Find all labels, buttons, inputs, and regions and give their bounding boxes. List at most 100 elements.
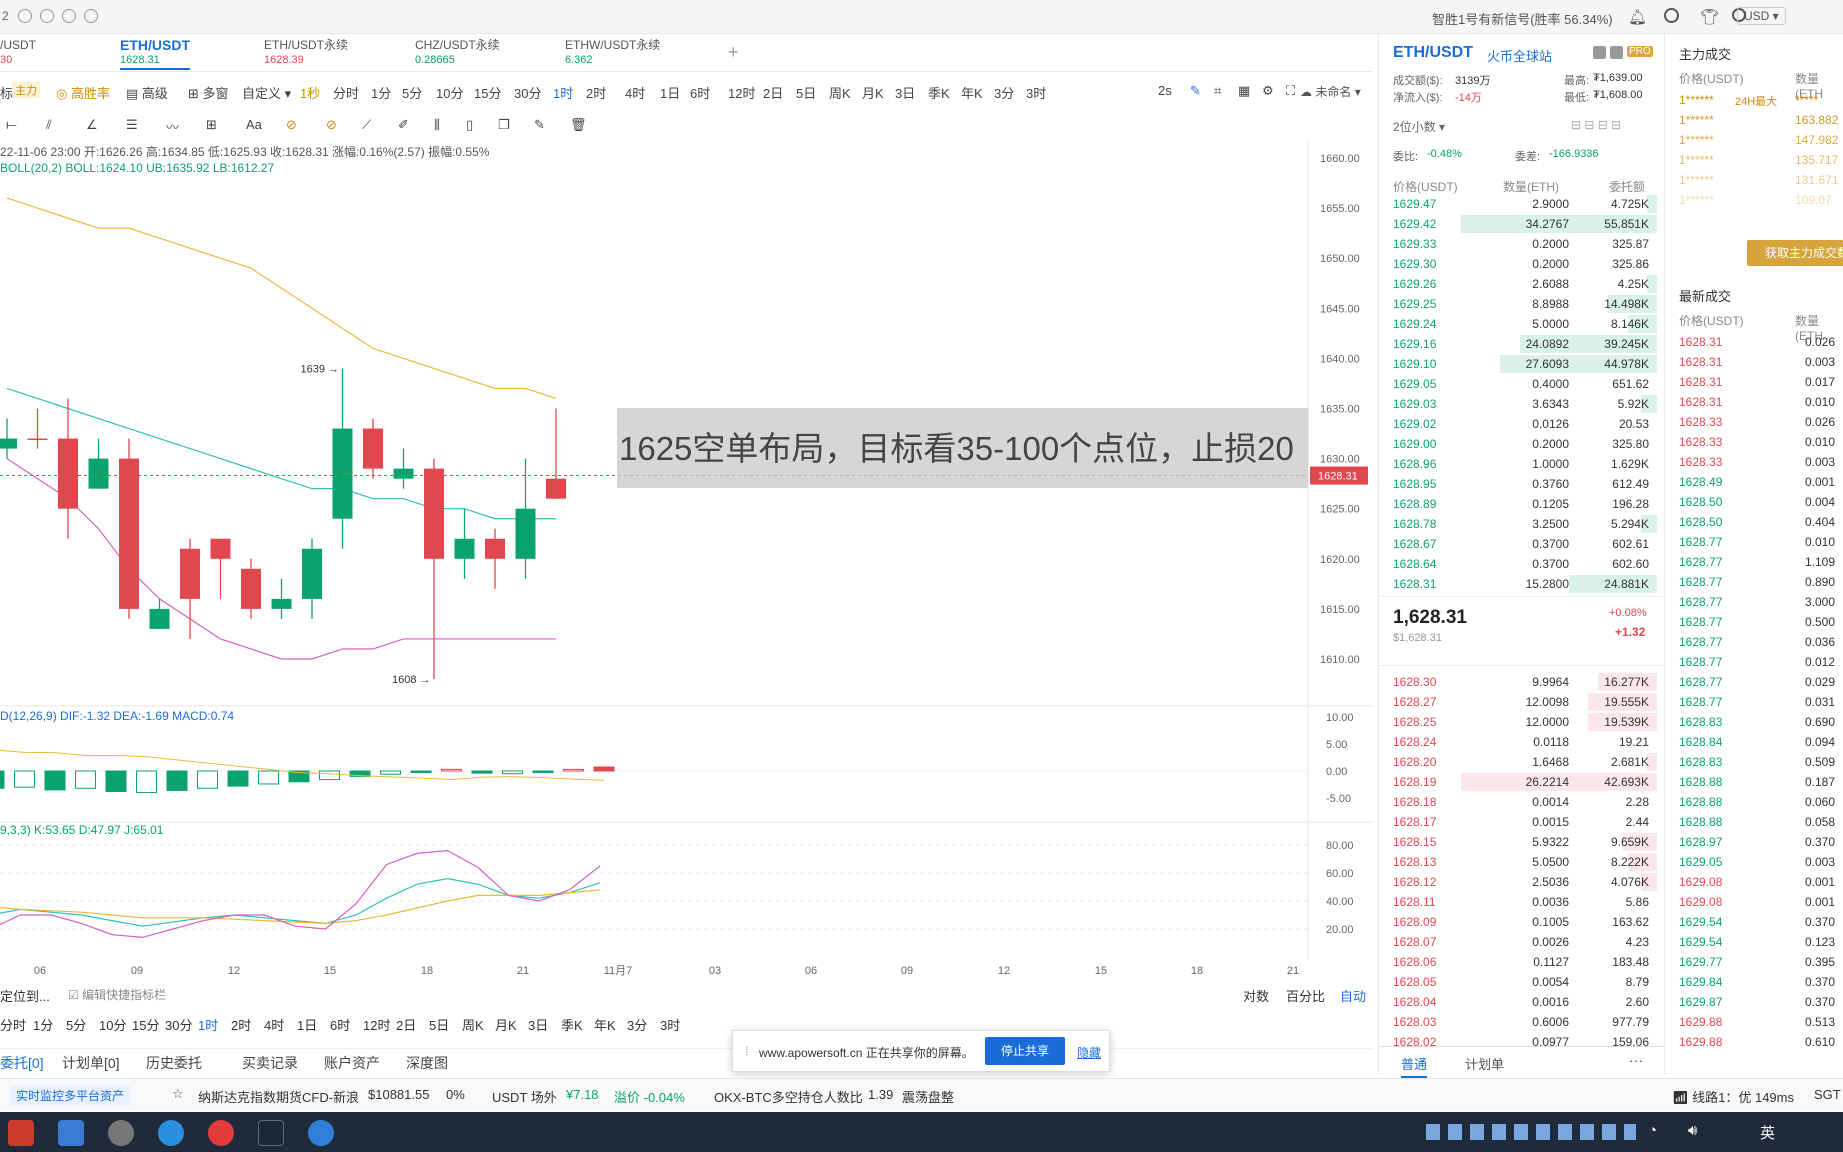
- brush-icon[interactable]: ✐: [398, 117, 409, 133]
- toolbar-advanced[interactable]: ▤ 高级: [126, 83, 168, 102]
- interval-11[interactable]: 6时: [690, 83, 710, 102]
- order-book-row[interactable]: 1628.30 9.9964 16.277K: [1379, 672, 1665, 692]
- connection-status[interactable]: 📶︎ 线路1：优 149ms: [1672, 1087, 1794, 1106]
- bottom-interval-0[interactable]: 分时: [0, 1015, 26, 1034]
- angle-icon[interactable]: ∠: [86, 117, 98, 133]
- order-book-row[interactable]: 1628.06 0.1127 183.48: [1379, 952, 1665, 972]
- drag-handle-icon[interactable]: ⁞: [745, 1044, 748, 1058]
- edit-icon[interactable]: ✎: [534, 117, 545, 133]
- ime-indicator[interactable]: 英: [1760, 1122, 1775, 1143]
- interval-14[interactable]: 5日: [796, 83, 816, 102]
- interval-17[interactable]: 3日: [895, 83, 915, 102]
- order-book-row[interactable]: 1629.25 8.8988 14.498K: [1379, 294, 1665, 314]
- tab-symbol[interactable]: ETHW/USDT永续 6.362: [565, 38, 660, 70]
- more-icon[interactable]: ···: [1629, 1052, 1643, 1068]
- price-chart[interactable]: 1660.00 1655.00 1650.00 1645.00 1640.00 1635.…: [0, 140, 1372, 980]
- order-book-row[interactable]: 1629.03 3.6343 5.92K: [1379, 394, 1665, 414]
- order-book-row[interactable]: 1628.67 0.3700 602.61: [1379, 534, 1665, 554]
- trash-icon[interactable]: 🗑︎: [570, 117, 587, 133]
- order-tab-0[interactable]: 委托[0]: [0, 1053, 44, 1073]
- order-book-row[interactable]: 1628.96 1.0000 1.629K: [1379, 454, 1665, 474]
- main-force-badge[interactable]: 主力: [12, 82, 40, 98]
- book-view-icons[interactable]: ⊟ ⊟ ⊟ ⊟: [1571, 118, 1621, 132]
- parallel-lines-icon[interactable]: ⫽: [46, 117, 52, 133]
- pen-icon[interactable]: ✎: [1190, 83, 1201, 99]
- tab-symbol[interactable]: ETH/USDT永续 1628.39: [264, 38, 348, 70]
- star-icon[interactable]: ☆: [172, 1086, 184, 1102]
- layers-icon[interactable]: ▦: [1238, 83, 1250, 99]
- bottom-interval-8[interactable]: 4时: [264, 1015, 284, 1034]
- order-tab-2[interactable]: 历史委托: [146, 1053, 202, 1073]
- ruler-icon[interactable]: ⟋: [362, 117, 371, 133]
- app-icon-2[interactable]: [58, 1120, 84, 1146]
- bottom-interval-2[interactable]: 5分: [66, 1015, 86, 1034]
- app-icon-7[interactable]: [308, 1120, 334, 1146]
- interval-12[interactable]: 12时: [728, 83, 755, 102]
- order-book-row[interactable]: 1629.26 2.6088 4.25K: [1379, 274, 1665, 294]
- bottom-interval-16[interactable]: 3日: [528, 1015, 548, 1034]
- edge-icon[interactable]: [158, 1120, 184, 1146]
- interval-4[interactable]: 10分: [436, 83, 463, 102]
- wifi-icon[interactable]: ◔: [1648, 1122, 1657, 1139]
- order-book-row[interactable]: 1628.19 26.2214 42.693K: [1379, 772, 1665, 792]
- bell-icon[interactable]: 🔔︎: [1628, 8, 1647, 26]
- locate-button[interactable]: 定位到...: [0, 986, 50, 1005]
- tab-symbol[interactable]: /USDT 30: [0, 38, 36, 70]
- decimals-select[interactable]: 2位小数 ▾: [1393, 118, 1445, 135]
- order-book-row[interactable]: 1628.78 3.2500 5.294K: [1379, 514, 1665, 534]
- order-book-row[interactable]: 1628.20 1.6468 2.681K: [1379, 752, 1665, 772]
- wave-icon[interactable]: 〰: [166, 117, 179, 136]
- interval-19[interactable]: 年K: [961, 83, 983, 102]
- crop-icon[interactable]: ⌗: [1214, 83, 1221, 99]
- order-book-row[interactable]: 1628.95 0.3760 612.49: [1379, 474, 1665, 494]
- interval-7[interactable]: 1时: [553, 83, 573, 102]
- interval-13[interactable]: 2日: [763, 83, 783, 102]
- currency-select[interactable]: USD ▾: [1737, 7, 1786, 25]
- clipboard-icon[interactable]: ▯: [466, 117, 473, 133]
- text-icon[interactable]: Aa: [246, 117, 262, 132]
- bottom-interval-19[interactable]: 3分: [627, 1015, 647, 1034]
- toolbar-custom[interactable]: 自定义 ▾: [242, 83, 291, 102]
- order-book-row[interactable]: 1628.18 0.0014 2.28: [1379, 792, 1665, 812]
- toolbar-multiwindow[interactable]: ⊞ 多窗: [188, 83, 229, 102]
- lock-draw-icon[interactable]: ⊘: [326, 117, 337, 133]
- order-book-row[interactable]: 1629.10 27.6093 44.978K: [1379, 354, 1665, 374]
- order-book-row[interactable]: 1628.24 0.0118 19.21: [1379, 732, 1665, 752]
- edit-indicators-button[interactable]: ☑ 编辑快捷指标栏: [68, 986, 166, 1003]
- magnet-icon[interactable]: ⊘: [286, 117, 297, 133]
- toolbar-high-winrate[interactable]: ◎ 高胜率: [56, 83, 110, 102]
- tab-plan[interactable]: 计划单: [1465, 1054, 1504, 1073]
- bottom-interval-10[interactable]: 6时: [330, 1015, 350, 1034]
- bottom-interval-1[interactable]: 1分: [33, 1015, 53, 1034]
- bottom-interval-15[interactable]: 月K: [495, 1015, 517, 1034]
- interval-18[interactable]: 季K: [928, 83, 950, 102]
- interval-9[interactable]: 4时: [625, 83, 645, 102]
- copy-icon[interactable]: ❐: [498, 117, 510, 133]
- order-book-row[interactable]: 1628.27 12.0098 19.555K: [1379, 692, 1665, 712]
- horizontal-line-icon[interactable]: ⟝: [6, 117, 17, 133]
- music-icon[interactable]: [208, 1120, 234, 1146]
- bottom-interval-20[interactable]: 3时: [660, 1015, 680, 1034]
- add-tab-button[interactable]: +: [728, 42, 739, 63]
- order-tab-1[interactable]: 计划单[0]: [62, 1053, 120, 1073]
- speed-icon[interactable]: [62, 9, 76, 23]
- order-book-row[interactable]: 1629.42 34.2767 55.851K: [1379, 214, 1665, 234]
- monitor-button[interactable]: 实时监控多平台资产: [10, 1086, 131, 1105]
- order-book-row[interactable]: 1628.15 5.9322 9.659K: [1379, 832, 1665, 852]
- bottom-interval-13[interactable]: 5日: [429, 1015, 449, 1034]
- home-icon[interactable]: [1593, 46, 1606, 59]
- refresh-rate[interactable]: 2s: [1158, 83, 1172, 98]
- order-tab-4[interactable]: 账户资产: [324, 1053, 380, 1073]
- tab-symbol[interactable]: CHZ/USDT永续 0.28665: [415, 38, 500, 70]
- app-icon-1[interactable]: [8, 1120, 34, 1146]
- bottom-interval-17[interactable]: 季K: [561, 1015, 583, 1034]
- order-book-row[interactable]: 1628.03 0.6006 977.79: [1379, 1012, 1665, 1032]
- steam-icon[interactable]: [258, 1120, 284, 1146]
- interval-20[interactable]: 3分: [994, 83, 1014, 102]
- auto-scale-button[interactable]: 自动: [1340, 986, 1366, 1005]
- order-book-row[interactable]: 1629.16 24.0892 39.245K: [1379, 334, 1665, 354]
- interval-6[interactable]: 30分: [514, 83, 541, 102]
- interval-5[interactable]: 15分: [474, 83, 501, 102]
- order-book-row[interactable]: 1629.00 0.2000 325.80: [1379, 434, 1665, 454]
- order-book-row[interactable]: 1629.47 2.9000 4.725K: [1379, 194, 1665, 214]
